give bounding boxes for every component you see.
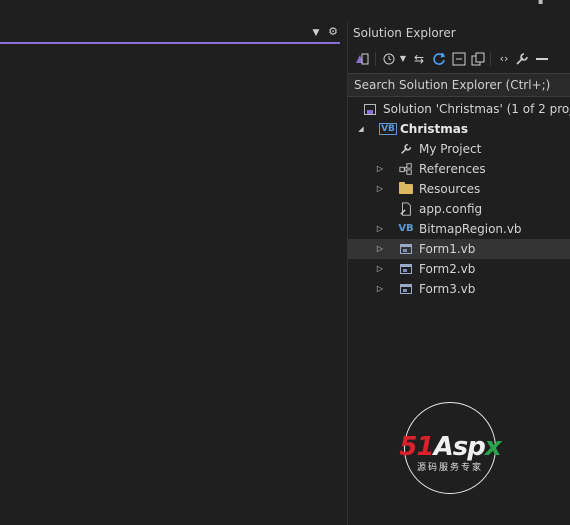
refresh-icon[interactable]: [431, 51, 447, 67]
collapsed-caret-icon[interactable]: ▷: [375, 159, 385, 179]
form-icon: [398, 261, 414, 277]
tree-item-bitmapregion[interactable]: ▷ VB BitmapRegion.vb: [348, 219, 570, 239]
tree-item-label: Form2.vb: [419, 262, 476, 276]
references-icon: [398, 161, 414, 177]
tree-item-label: app.config: [419, 202, 483, 216]
dropdown-icon[interactable]: ▼: [398, 51, 408, 67]
collapsed-caret-icon[interactable]: ▷: [375, 279, 385, 299]
toolbar-separator: [490, 52, 491, 66]
collapsed-caret-icon[interactable]: ▷: [375, 219, 385, 239]
view-code-icon[interactable]: ‹›: [496, 51, 512, 67]
tree-item-app-config[interactable]: app.config: [348, 199, 570, 219]
editor-tab-underline: [0, 42, 340, 44]
switch-views-icon[interactable]: [354, 51, 370, 67]
sync-with-active-document-icon[interactable]: ⇆: [411, 51, 427, 67]
tree-item-label: Resources: [419, 182, 481, 196]
search-input[interactable]: [351, 75, 570, 95]
folder-icon: [398, 181, 414, 197]
tree-item-project[interactable]: ◢ VB Christmas: [348, 119, 570, 139]
tree-item-form1[interactable]: ▷ Form1.vb: [348, 239, 570, 259]
collapse-all-icon[interactable]: [451, 51, 467, 67]
collapsed-caret-icon[interactable]: ▷: [375, 259, 385, 279]
show-all-files-icon[interactable]: [470, 51, 486, 67]
chevron-down-icon[interactable]: ▼: [310, 28, 322, 38]
collapsed-caret-icon[interactable]: ▷: [375, 179, 385, 199]
pending-changes-filter-icon[interactable]: [381, 51, 397, 67]
tree-item-label: Form3.vb: [419, 282, 476, 296]
solution-explorer-toolbar: ▼ ⇆ ‹›: [348, 47, 570, 71]
tree-item-form2[interactable]: ▷ Form2.vb: [348, 259, 570, 279]
vb-file-icon: VB: [398, 223, 414, 234]
tree-item-my-project[interactable]: My Project: [348, 139, 570, 159]
form-icon: [398, 281, 414, 297]
preview-icon[interactable]: [534, 51, 550, 67]
tree-item-label: Christmas: [400, 122, 469, 136]
tree-item-label: Form1.vb: [419, 242, 476, 256]
properties-icon[interactable]: [514, 51, 530, 67]
gear-icon[interactable]: ⚙: [327, 26, 339, 38]
tree-item-solution[interactable]: Solution 'Christmas' (1 of 2 proje: [348, 99, 570, 119]
watermark-subtitle: 源码服务专家: [416, 463, 483, 473]
config-file-icon: [398, 201, 414, 217]
wrench-icon: [398, 141, 414, 157]
solution-icon: [362, 101, 378, 117]
toolbar-separator: [375, 52, 376, 66]
watermark-brand: 51Aspx: [399, 432, 501, 462]
tree-item-label: My Project: [419, 142, 482, 156]
tree-item-references[interactable]: ▷ References: [348, 159, 570, 179]
tree-item-label: BitmapRegion.vb: [419, 222, 522, 236]
tree-item-label: Solution 'Christmas' (1 of 2 proje: [383, 102, 570, 116]
vb-project-icon: VB: [379, 123, 397, 135]
editor-area: ▼ ⚙: [0, 0, 340, 525]
collapsed-caret-icon[interactable]: ▷: [375, 239, 385, 259]
tree-item-label: References: [419, 162, 486, 176]
expanded-caret-icon[interactable]: ◢: [356, 119, 366, 139]
watermark-logo: 51Aspx 源码服务专家: [388, 402, 512, 496]
form-icon: [398, 241, 414, 257]
tree-item-form3[interactable]: ▷ Form3.vb: [348, 279, 570, 299]
tree-item-resources[interactable]: ▷ Resources: [348, 179, 570, 199]
panel-title: Solution Explorer: [353, 26, 456, 40]
window-control-icon[interactable]: ▪: [538, 0, 550, 6]
search-box[interactable]: [348, 73, 570, 97]
